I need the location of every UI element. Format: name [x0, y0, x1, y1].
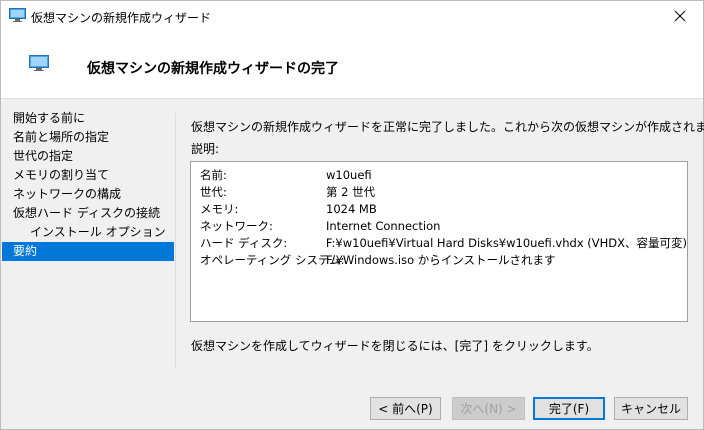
summary-value: Internet Connection: [326, 219, 441, 233]
summary-key: メモリ:: [200, 202, 239, 216]
cancel-button[interactable]: キャンセル: [614, 397, 688, 420]
summary-key: ハード ディスク:: [200, 236, 288, 250]
nav-item-generation[interactable]: 世代の指定: [2, 147, 174, 166]
summary-value: 第 2 世代: [326, 185, 376, 199]
summary-row: 世代: 第 2 世代: [191, 184, 687, 201]
close-icon: [674, 10, 686, 22]
wizard-window: 仮想マシンの新規作成ウィザード 仮想マシンの新規作成ウィザードの完了 開始する前…: [0, 0, 704, 430]
nav-item-memory[interactable]: メモリの割り当て: [2, 166, 174, 185]
window-title: 仮想マシンの新規作成ウィザード: [31, 11, 212, 25]
nav-item-networking[interactable]: ネットワークの構成: [2, 185, 174, 204]
completion-message: 仮想マシンの新規作成ウィザードを正常に完了しました。これから次の仮想マシンが作成…: [191, 120, 704, 134]
summary-value: F:¥w10uefi¥Virtual Hard Disks¥w10uefi.vh…: [325, 236, 687, 250]
summary-key: 名前:: [200, 168, 227, 182]
nav-item-summary[interactable]: 要約: [2, 242, 174, 261]
summary-key: オペレーティング システム:: [200, 253, 345, 267]
nav-item-virtual-hard-disk[interactable]: 仮想ハード ディスクの接続: [2, 204, 174, 223]
app-icon: [9, 8, 26, 22]
close-button[interactable]: [657, 1, 703, 31]
summary-row: オペレーティング システム: F:¥Windows.iso からインストールされ…: [191, 252, 687, 269]
previous-button[interactable]: < 前へ(P): [370, 397, 441, 420]
next-button[interactable]: 次へ(N) >: [452, 397, 525, 420]
wizard-header: 仮想マシンの新規作成ウィザードの完了: [1, 31, 703, 99]
hyperv-vm-icon: [29, 55, 49, 71]
summary-row: ハード ディスク: F:¥w10uefi¥Virtual Hard Disks¥…: [191, 235, 687, 252]
summary-row: メモリ: 1024 MB: [191, 201, 687, 218]
footer-divider: [1, 381, 703, 382]
summary-value: w10uefi: [326, 168, 372, 182]
summary-row: ネットワーク: Internet Connection: [191, 218, 687, 235]
summary-row: 名前: w10uefi: [191, 167, 687, 184]
title-bar[interactable]: 仮想マシンの新規作成ウィザード: [1, 1, 703, 31]
summary-box[interactable]: 名前: w10uefi 世代: 第 2 世代 メモリ: 1024 MB ネットワ…: [190, 161, 688, 322]
description-label: 説明:: [191, 142, 220, 156]
nav-item-name-location[interactable]: 名前と場所の指定: [2, 128, 174, 147]
summary-value: 1024 MB: [326, 202, 377, 216]
finish-instruction: 仮想マシンを作成してウィザードを閉じるには、[完了] をクリックします。: [191, 339, 599, 353]
finish-button[interactable]: 完了(F): [533, 397, 605, 420]
summary-value: F:¥Windows.iso からインストールされます: [326, 253, 556, 267]
summary-key: 世代:: [200, 185, 227, 199]
nav-item-installation-options[interactable]: インストール オプション: [2, 223, 174, 242]
summary-key: ネットワーク:: [200, 219, 273, 233]
wizard-step-nav: 開始する前に 名前と場所の指定 世代の指定 メモリの割り当て ネットワークの構成…: [2, 109, 174, 261]
nav-divider: [175, 113, 176, 369]
nav-item-before-you-begin[interactable]: 開始する前に: [2, 109, 174, 128]
page-title: 仮想マシンの新規作成ウィザードの完了: [87, 61, 339, 77]
